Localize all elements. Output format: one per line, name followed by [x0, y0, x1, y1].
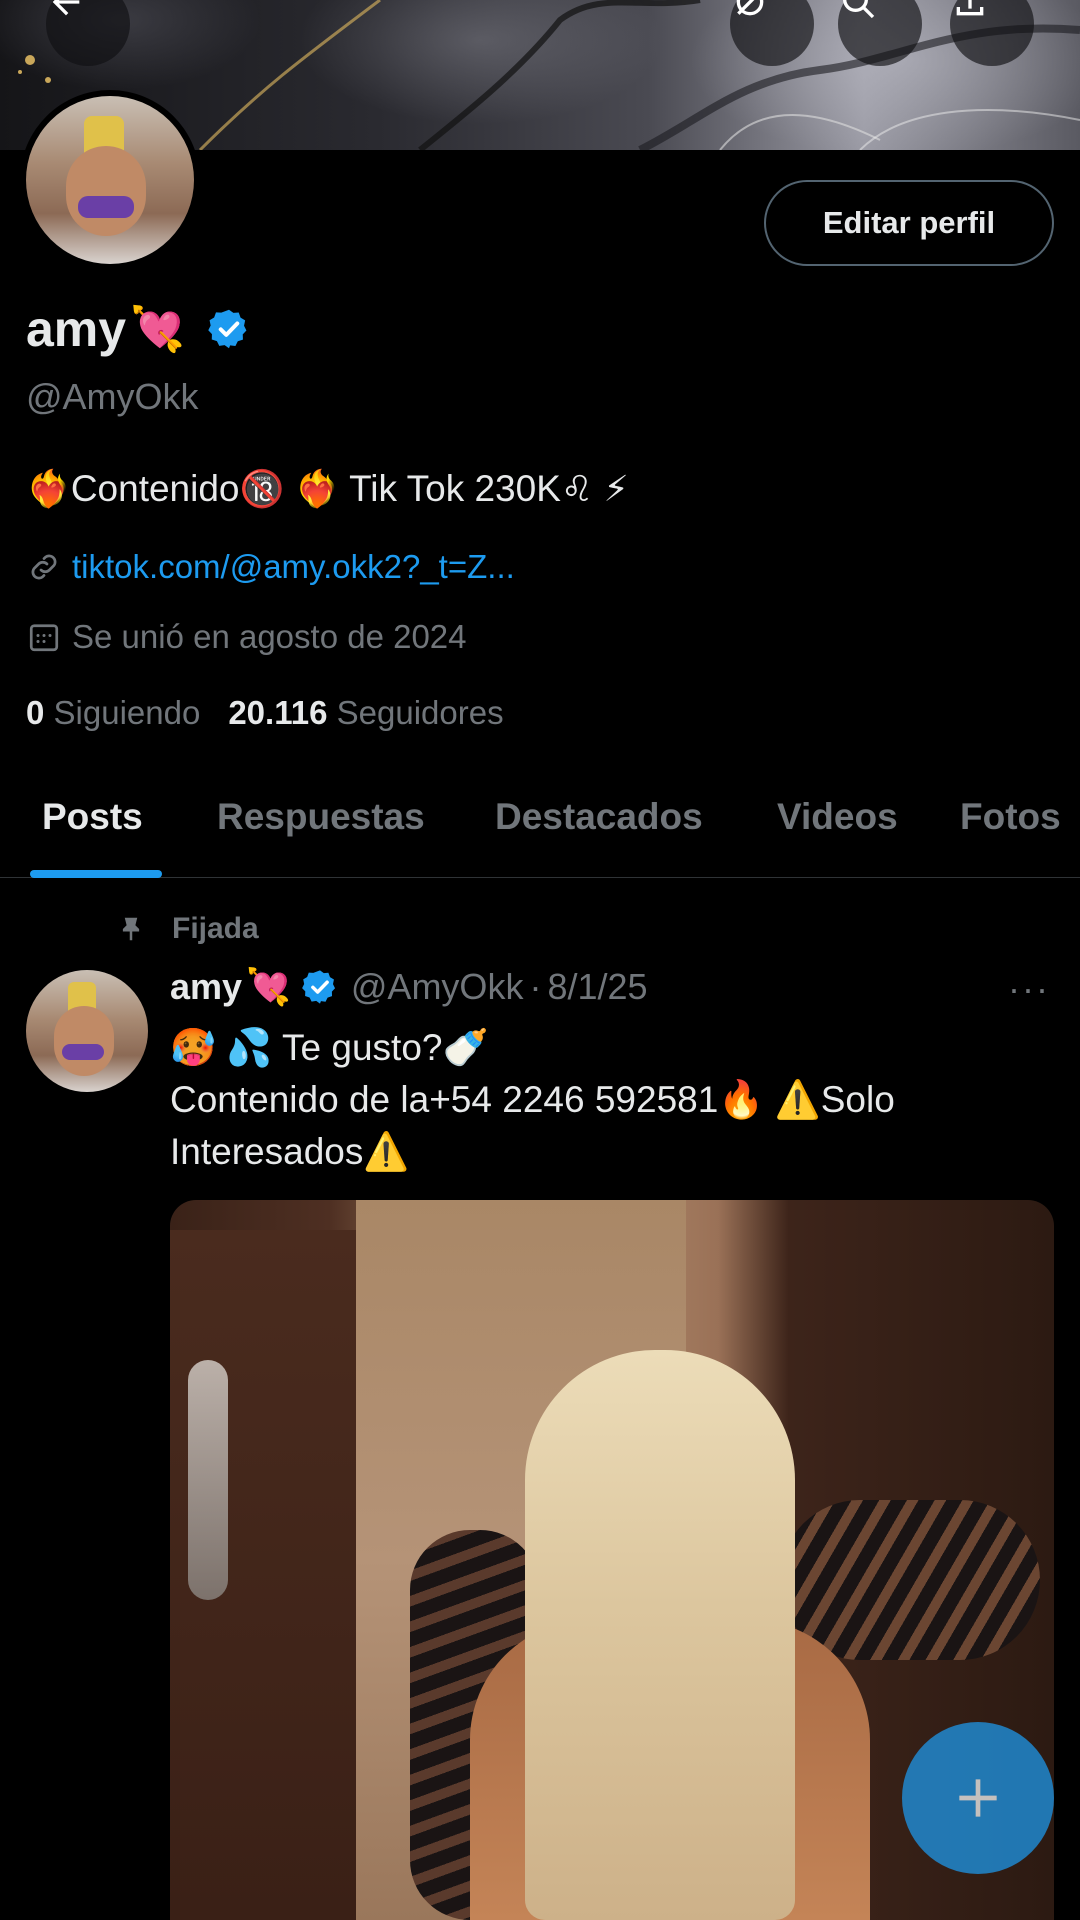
post-text: 🥵 💦 Te gusto?🍼 Contenido de la+54 2246 5… [170, 1022, 1050, 1178]
profile-link-row[interactable]: tiktok.com/@amy.okk2?_t=Z... [26, 548, 515, 586]
post-line-3-text: Interesados [170, 1131, 364, 1172]
emoji-bottle: 🍼 [442, 1026, 489, 1069]
post-line-2: Contenido de la+54 2246 592581🔥 ⚠️Solo [170, 1074, 1050, 1126]
compose-button[interactable] [902, 1722, 1054, 1874]
bio-emoji-heart-fire-2: ❤️‍🔥 [294, 469, 340, 510]
emoji-hot-face: 🥵 [170, 1026, 217, 1069]
grok-icon [736, 0, 764, 16]
share-icon [956, 0, 984, 16]
profile-joined-date: Se unió en agosto de 2024 [72, 618, 467, 655]
compose-plus-icon [959, 1779, 997, 1817]
profile-avatar[interactable] [20, 90, 200, 270]
profile-name-row: amy 💘 [26, 300, 251, 358]
tab-fotos[interactable]: Fotos [960, 796, 1061, 838]
followers-count: 20.116 [228, 694, 328, 731]
media-hair [525, 1350, 795, 1920]
followers-label: Seguidores [336, 694, 504, 731]
post-author-handle[interactable]: @AmyOkk [351, 966, 524, 1008]
profile-bio: ❤️‍🔥Contenido🔞 ❤️‍🔥 Tik Tok 230K♌ ⚡ [26, 468, 629, 510]
post-date[interactable]: 8/1/25 [547, 966, 647, 1008]
follow-counts: 0 Siguiendo 20.116 Seguidores [26, 694, 504, 732]
active-tab-indicator [30, 870, 162, 878]
tab-videos[interactable]: Videos [777, 796, 898, 838]
name-emoji: 💘 [130, 304, 185, 355]
edit-profile-button[interactable]: Editar perfil [764, 180, 1054, 266]
profile-link[interactable]: tiktok.com/@amy.okk2?_t=Z... [72, 548, 515, 586]
calendar-icon [29, 624, 59, 652]
emoji-fire: 🔥 [718, 1078, 765, 1121]
post-more-button[interactable]: ··· [1008, 968, 1050, 1010]
pinned-label: Fijada [172, 912, 259, 945]
profile-handle: @AmyOkk [26, 376, 199, 417]
back-arrow-icon [52, 0, 80, 16]
following-count: 0 [26, 694, 45, 731]
media-window [188, 1360, 228, 1600]
bio-emoji-heart-fire: ❤️‍🔥 [26, 469, 71, 510]
post-line-1: 🥵 💦 Te gusto?🍼 [170, 1022, 1050, 1074]
following-label: Siguiendo [53, 694, 201, 731]
emoji-sweat: 💦 [226, 1026, 273, 1069]
emoji-warning: ⚠️ [774, 1078, 821, 1121]
tab-destacados[interactable]: Destacados [495, 796, 703, 838]
followers-link[interactable]: 20.116 Seguidores [228, 694, 503, 732]
post-line-1-text: Te gusto? [272, 1027, 443, 1068]
bio-emoji-18: 🔞 [239, 469, 285, 510]
bio-emoji-leo: ♌ [560, 469, 594, 510]
verified-badge-icon [301, 970, 335, 1004]
post-separator: · [529, 966, 542, 1007]
bio-text-1: Contenido [70, 468, 240, 509]
pin-icon [122, 917, 140, 941]
post-author-name[interactable]: amy [170, 966, 242, 1008]
profile-joined-row: Se unió en agosto de 2024 [26, 618, 467, 656]
verified-badge-icon[interactable] [207, 307, 251, 351]
tab-respuestas[interactable]: Respuestas [217, 796, 425, 838]
search-icon [843, 0, 875, 19]
post-line-2-text-2: Solo [820, 1079, 895, 1120]
post-name-emoji: 💘 [246, 967, 291, 1008]
tab-posts[interactable]: Posts [42, 796, 143, 838]
emoji-warning-2: ⚠️ [363, 1130, 410, 1173]
display-name: amy [26, 301, 127, 357]
media-arm-right [780, 1500, 1040, 1660]
avatar-image [26, 96, 194, 264]
pinned-label-row: Fijada [116, 912, 259, 946]
post-avatar[interactable] [26, 970, 148, 1092]
link-icon [31, 554, 57, 580]
post-line-3: Interesados⚠️ [170, 1126, 1050, 1178]
bio-text-2: Tik Tok 230K [339, 468, 561, 509]
profile-tabs: Posts Respuestas Destacados Videos Fotos [0, 780, 1080, 878]
post-header: amy 💘 @AmyOkk · 8/1/25 [170, 966, 648, 1008]
following-link[interactable]: 0 Siguiendo [26, 694, 200, 732]
bio-emoji-lightning: ⚡ [603, 469, 629, 510]
post-line-2-text: Contenido de la+54 2246 592581 [170, 1079, 719, 1120]
